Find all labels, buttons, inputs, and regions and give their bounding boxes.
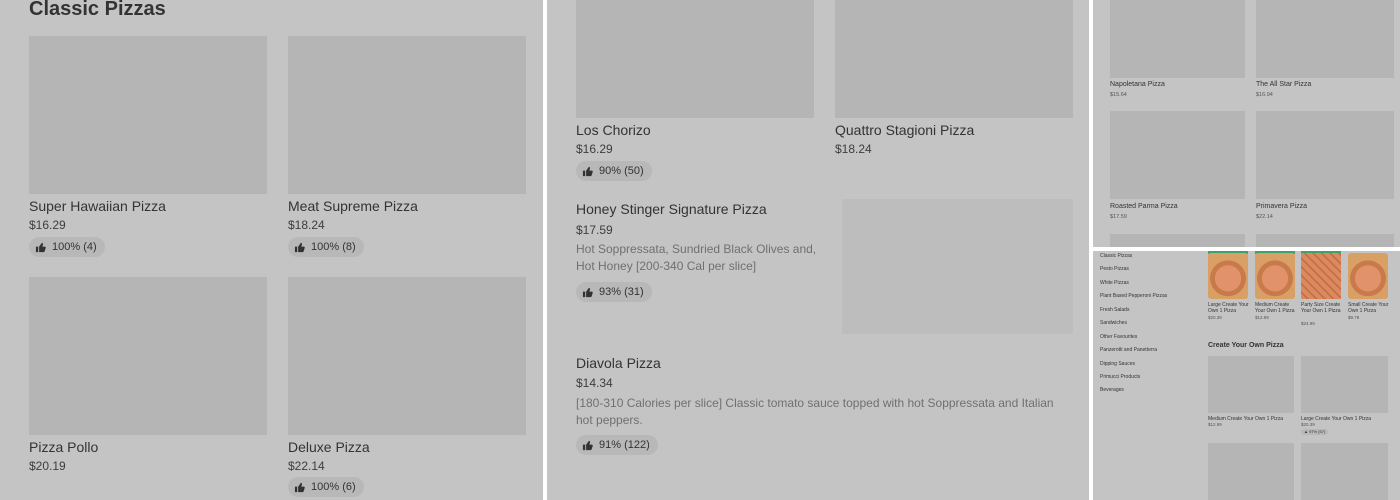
item-price: $24.99 xyxy=(1301,321,1315,326)
item-name[interactable]: Party Size Create Your Own 1 Pizza xyxy=(1301,302,1343,314)
rating-badge: 100% (6) xyxy=(288,477,364,497)
item-name[interactable]: Primavera Pizza xyxy=(1256,203,1307,210)
nav-item-panzerotti[interactable]: Panzerotti and Panetterra xyxy=(1100,347,1157,353)
item-image-large-cyo[interactable] xyxy=(1301,356,1388,413)
rating-badge: 91% (122) xyxy=(576,435,658,455)
item-price: $9.79 xyxy=(1348,315,1360,320)
item-image-quattro-stagioni[interactable] xyxy=(835,0,1073,118)
nav-item-pesto-pizzas[interactable]: Pesto Pizzas xyxy=(1100,266,1129,272)
item-name[interactable]: Quattro Stagioni Pizza xyxy=(835,122,974,138)
item-image-los-chorizo[interactable] xyxy=(576,0,814,118)
pizza-image[interactable] xyxy=(1301,253,1341,299)
rating-text: 91% (122) xyxy=(599,439,650,451)
pizza-image[interactable] xyxy=(1208,253,1248,299)
nav-item-primucci[interactable]: Primucci Products xyxy=(1100,374,1140,380)
item-price: $20.39 xyxy=(1301,422,1315,427)
item-image-pizza-pollo[interactable] xyxy=(29,277,267,435)
thumbs-up-icon xyxy=(582,287,593,298)
item-image[interactable] xyxy=(1301,443,1388,500)
item-name[interactable]: Deluxe Pizza xyxy=(288,439,370,455)
rating-text: 100% (4) xyxy=(52,241,97,253)
item-price: $18.24 xyxy=(288,218,325,232)
thumbs-up-icon xyxy=(582,440,593,451)
item-image-primavera[interactable] xyxy=(1256,111,1394,199)
nav-item-classic-pizzas[interactable]: Classic Pizzas xyxy=(1100,253,1132,259)
section-heading: Create Your Own Pizza xyxy=(1208,342,1284,349)
item-image-roasted-parma[interactable] xyxy=(1110,111,1245,199)
thumbs-up-icon xyxy=(582,166,593,177)
item-price: $22.14 xyxy=(288,459,325,473)
item-name[interactable]: Large Create Your Own 1 Pizza xyxy=(1208,302,1250,314)
rating-badge: 90% (50) xyxy=(576,161,652,181)
rating-text: 100% (6) xyxy=(311,481,356,493)
classic-pizzas-panel: Classic Pizzas Super Hawaiian Pizza $16.… xyxy=(0,0,543,500)
thumbs-up-icon xyxy=(35,242,46,253)
item-image-all-star[interactable] xyxy=(1256,0,1394,78)
pizza-image[interactable] xyxy=(1255,253,1295,299)
item-image-deluxe[interactable] xyxy=(288,277,526,435)
item-price: $14.34 xyxy=(576,376,613,390)
item-name[interactable]: Los Chorizo xyxy=(576,122,651,138)
menu-detail-panel: Los Chorizo $16.29 90% (50) Quattro Stag… xyxy=(547,0,1089,500)
item-image-meat-supreme[interactable] xyxy=(288,36,526,194)
rating-badge: 100% (8) xyxy=(288,237,364,257)
nav-item-sandwiches[interactable]: Sandwiches xyxy=(1100,320,1127,326)
nav-item-beverages[interactable]: Beverages xyxy=(1100,387,1124,393)
item-price: $20.19 xyxy=(29,459,66,473)
item-image-honey-stinger[interactable] xyxy=(842,199,1073,334)
item-price: $16.29 xyxy=(29,218,66,232)
nav-item-white-pizzas[interactable]: White Pizzas xyxy=(1100,280,1129,286)
nav-item-dipping-sauces[interactable]: Dipping Sauces xyxy=(1100,361,1135,367)
item-name[interactable]: Napoletana Pizza xyxy=(1110,81,1165,88)
item-price: $16.29 xyxy=(576,142,613,156)
nav-item-fresh-salads[interactable]: Fresh Salads xyxy=(1100,307,1129,313)
nav-item-plant-based[interactable]: Plant Based Pepperoni Pizzas xyxy=(1100,293,1167,299)
section-heading: Classic Pizzas xyxy=(29,0,166,20)
item-name[interactable]: Roasted Parma Pizza xyxy=(1110,203,1178,210)
full-menu-panel: Classic Pizzas Pesto Pizzas White Pizzas… xyxy=(1093,251,1400,500)
rating-text: 93% (31) xyxy=(599,286,644,298)
item-description: [180-310 Calories per slice] Classic tom… xyxy=(576,396,1054,427)
rating-text: 100% (8) xyxy=(311,241,356,253)
nav-item-other-favourites[interactable]: Other Favourites xyxy=(1100,334,1137,340)
item-image-super-hawaiian[interactable] xyxy=(29,36,267,194)
rating-badge: ▲ 97% (57) xyxy=(1301,429,1329,435)
item-price: $22.14 xyxy=(1256,214,1273,220)
item-name[interactable]: Pizza Pollo xyxy=(29,439,98,455)
thumbnail-grid-panel: Napoletana Pizza $15.64 The All Star Piz… xyxy=(1093,0,1400,247)
rating-badge: 100% (4) xyxy=(29,237,105,257)
item-name[interactable]: Medium Create Your Own 1 Pizza xyxy=(1255,302,1297,314)
item-image[interactable] xyxy=(1256,234,1394,247)
item-price: $12.99 xyxy=(1255,315,1269,320)
item-name[interactable]: Super Hawaiian Pizza xyxy=(29,198,166,214)
item-price: $20.39 xyxy=(1208,315,1222,320)
item-name[interactable]: Small Create Your Own 1 Pizza xyxy=(1348,302,1390,314)
rating-badge: 93% (31) xyxy=(576,282,652,302)
item-price: $18.24 xyxy=(835,142,872,156)
thumbs-up-icon xyxy=(294,482,305,493)
item-description: Hot Soppressata, Sundried Black Olives a… xyxy=(576,242,817,273)
item-name[interactable]: Diavola Pizza xyxy=(576,355,661,371)
item-name[interactable]: Honey Stinger Signature Pizza xyxy=(576,201,767,217)
item-price: $15.64 xyxy=(1110,92,1127,98)
item-price: $16.94 xyxy=(1256,92,1273,98)
pizza-image[interactable] xyxy=(1348,253,1388,299)
item-image[interactable] xyxy=(1110,234,1245,247)
thumbs-up-icon xyxy=(294,242,305,253)
item-price: $12.99 xyxy=(1208,422,1222,427)
rating-text: 90% (50) xyxy=(599,165,644,177)
item-price: $17.59 xyxy=(576,223,613,237)
item-name[interactable]: The All Star Pizza xyxy=(1256,81,1311,88)
item-name[interactable]: Meat Supreme Pizza xyxy=(288,198,418,214)
item-image-medium-cyo[interactable] xyxy=(1208,356,1294,413)
item-image[interactable] xyxy=(1208,443,1294,500)
item-price: $17.59 xyxy=(1110,214,1127,220)
rating-text: 97% (57) xyxy=(1309,429,1326,434)
item-image-napoletana[interactable] xyxy=(1110,0,1245,78)
